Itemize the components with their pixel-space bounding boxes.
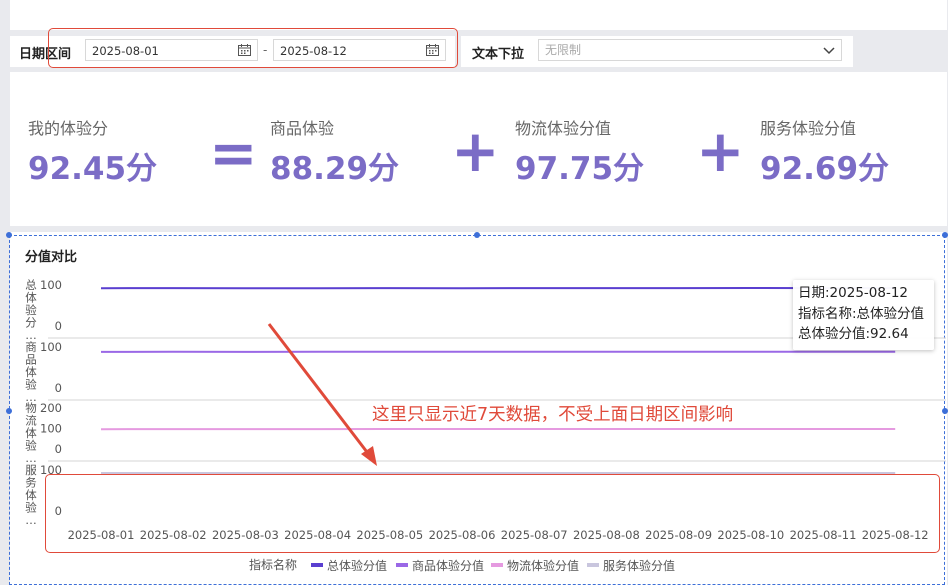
- legend-swatch: [491, 562, 503, 567]
- legend-item-service[interactable]: 服务体验分值: [587, 557, 675, 574]
- legend-label: 服务体验分值: [603, 559, 676, 573]
- legend-item-product[interactable]: 商品体验分值: [396, 557, 484, 574]
- annotation-note: 这里只显示近7天数据，不受上面日期区间影响: [372, 405, 734, 425]
- legend-swatch: [396, 562, 408, 567]
- legend-label: 物流体验分值: [507, 559, 580, 573]
- date-axis-highlight: [45, 474, 940, 553]
- legend-item-total[interactable]: 总体验分值: [311, 557, 387, 574]
- legend-label: 商品体验分值: [412, 559, 485, 573]
- legend-swatch: [311, 562, 323, 567]
- legend-title: 指标名称: [249, 558, 298, 572]
- legend-swatch: [587, 562, 599, 567]
- legend-item-logistics[interactable]: 物流体验分值: [491, 557, 579, 574]
- legend-label: 总体验分值: [327, 559, 388, 573]
